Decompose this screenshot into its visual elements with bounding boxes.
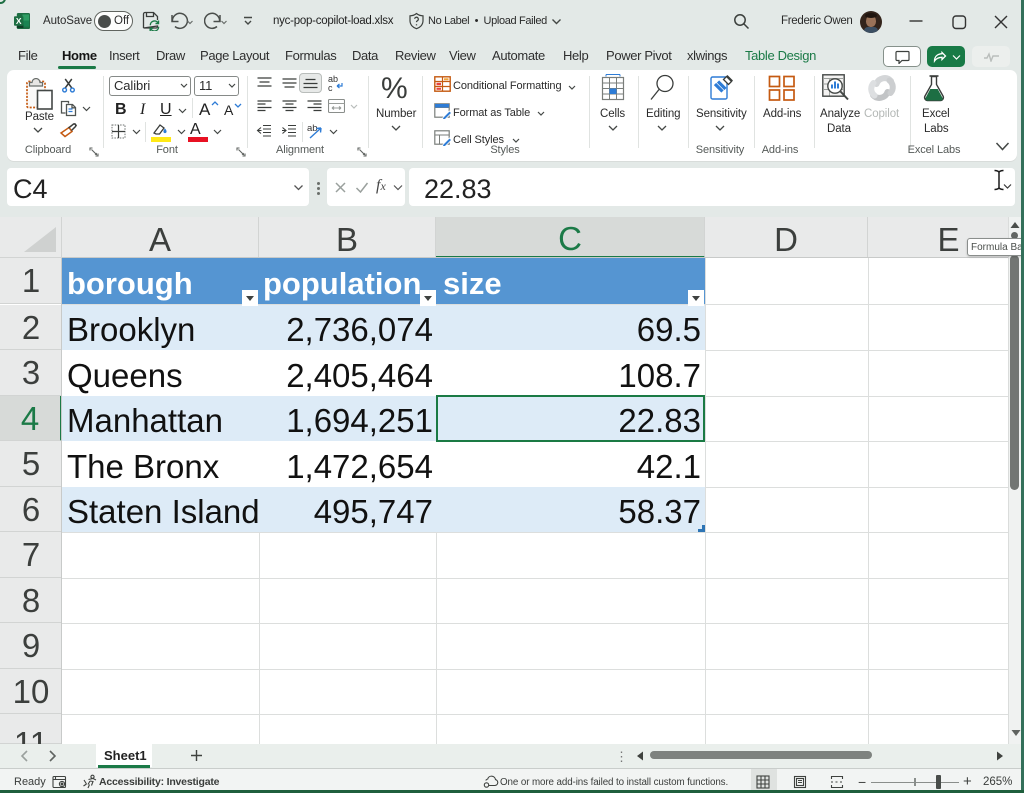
svg-text:X: X (16, 16, 22, 26)
svg-text:c: c (328, 83, 333, 92)
